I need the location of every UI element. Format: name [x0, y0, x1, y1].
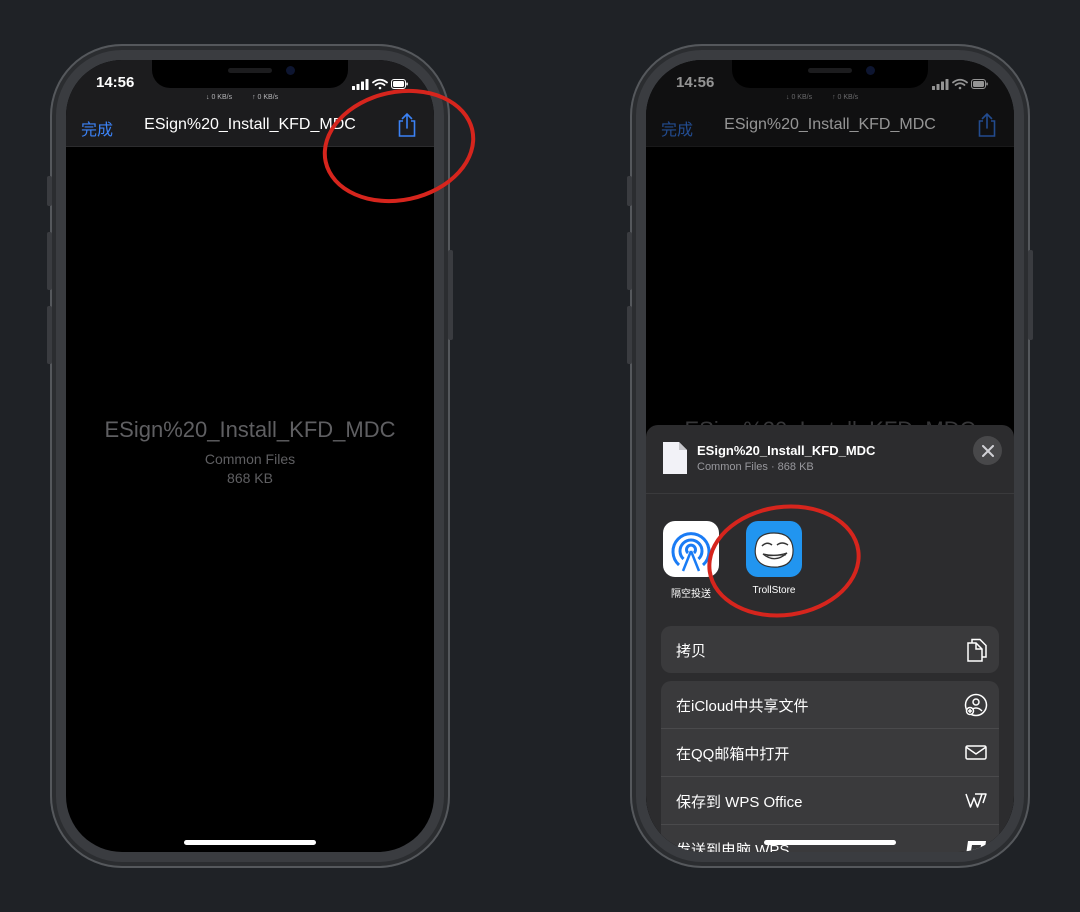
action-label: 保存到 WPS Office — [676, 794, 803, 811]
copy-label: 拷贝 — [676, 643, 707, 660]
copy-group: 拷贝 — [661, 626, 999, 673]
done-button[interactable]: 完成 — [81, 116, 113, 140]
phone-right: 14:56 ↓ 0 KB/s ↑ 0 KB/s 完成 ESign%20_Insta… — [627, 44, 1033, 868]
action-label: 在QQ邮箱中打开 — [676, 746, 790, 763]
action-save-wps[interactable]: 保存到 WPS Office — [661, 777, 999, 825]
network-speed: ↓ 0 KB/s ↑ 0 KB/s — [206, 94, 298, 101]
preview-file-name: ESign%20_Install_KFD_MDC — [104, 417, 396, 442]
upload-speed: ↑ 0 KB/s — [252, 94, 279, 101]
envelope-icon — [965, 745, 987, 760]
action-icloud-share[interactable]: 在iCloud中共享文件 — [661, 681, 999, 729]
notch — [732, 60, 928, 88]
cellular-signal-icon — [352, 79, 369, 90]
wifi-icon — [372, 78, 388, 90]
download-speed: ↓ 0 KB/s — [206, 94, 233, 101]
send-to-pc-icon — [966, 841, 986, 852]
file-preview: ESign%20_Install_KFD_MDC Common Files 86… — [66, 416, 434, 488]
actions-group: 在iCloud中共享文件 在QQ邮箱中打开 保存到 WPS Office 发送到… — [661, 681, 999, 852]
home-indicator[interactable] — [184, 840, 316, 845]
action-label: 在iCloud中共享文件 — [676, 698, 809, 715]
preview-size: 868 KB — [227, 470, 273, 486]
preview-category: Common Files — [204, 451, 296, 467]
share-sheet: ESign%20_Install_KFD_MDC Common Files · … — [646, 425, 1014, 852]
wps-icon — [965, 793, 987, 808]
screen-right: 14:56 ↓ 0 KB/s ↑ 0 KB/s 完成 ESign%20_Insta… — [646, 60, 1014, 852]
action-send-pc-wps[interactable]: 发送到电脑 WPS — [661, 825, 999, 852]
action-qq-mail[interactable]: 在QQ邮箱中打开 — [661, 729, 999, 777]
icloud-share-icon — [964, 693, 988, 717]
battery-icon — [391, 79, 408, 89]
home-indicator[interactable] — [764, 840, 896, 845]
copy-action[interactable]: 拷贝 — [661, 626, 999, 673]
document-icon — [663, 442, 687, 474]
share-file-meta: Common Files · 868 KB — [697, 461, 814, 473]
copy-icon — [967, 638, 987, 662]
close-button[interactable] — [973, 436, 1002, 465]
status-time: 14:56 — [96, 74, 135, 91]
close-icon — [981, 444, 994, 457]
share-file-name: ESign%20_Install_KFD_MDC — [697, 443, 876, 458]
share-sheet-header: ESign%20_Install_KFD_MDC Common Files · … — [646, 425, 1014, 494]
notch — [152, 60, 348, 88]
